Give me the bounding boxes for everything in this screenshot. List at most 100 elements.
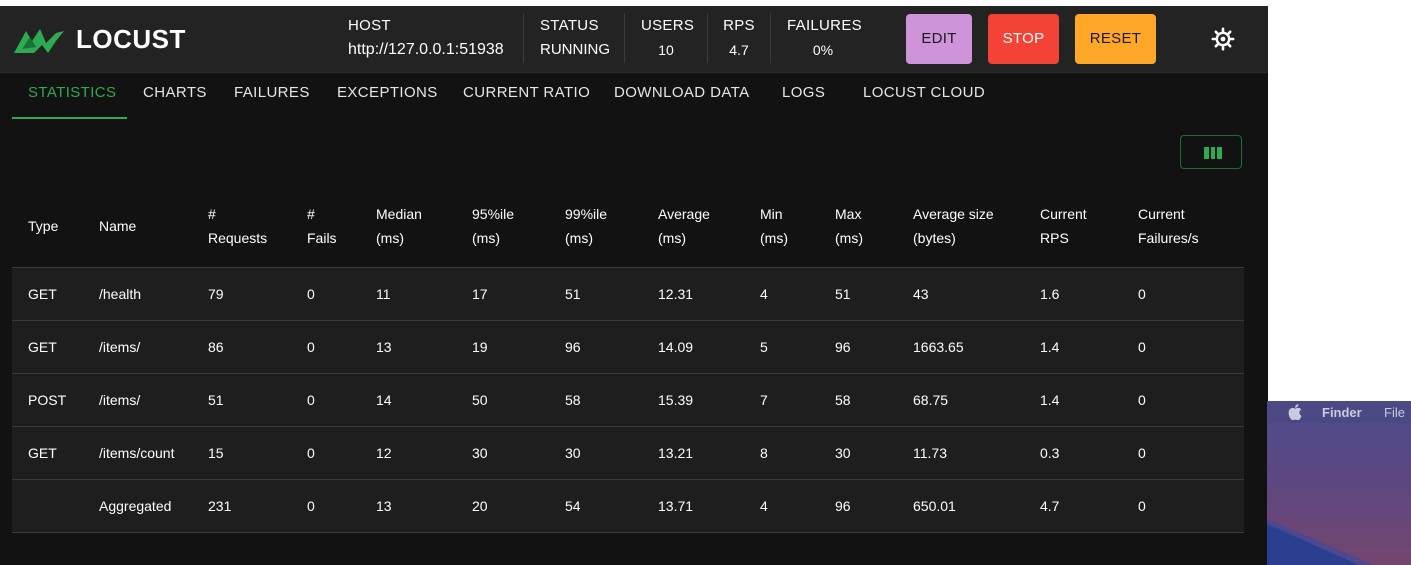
table-cell: 0 xyxy=(1138,445,1146,461)
column-header-text: # xyxy=(307,206,315,222)
table-cell: 50 xyxy=(472,392,488,408)
column-header[interactable]: Average size (bytes) xyxy=(913,202,994,250)
tab-current-ratio[interactable]: CURRENT RATIO xyxy=(463,84,590,101)
table-cell: 0 xyxy=(1138,286,1146,302)
users-stat: USERS 10 xyxy=(641,16,695,62)
table-cell: /health xyxy=(99,286,142,302)
column-header[interactable]: Current Failures/s xyxy=(1138,202,1199,250)
column-header[interactable]: Type xyxy=(28,214,58,238)
stop-button[interactable]: STOP xyxy=(988,14,1059,64)
table-cell: 4 xyxy=(760,498,768,514)
table-cell: 0 xyxy=(307,445,315,461)
table-cell: 650.01 xyxy=(913,498,956,514)
table-cell: 8 xyxy=(760,445,768,461)
table-cell: 51 xyxy=(565,286,581,302)
host-value: http://127.0.0.1:51938 xyxy=(348,41,504,58)
rps-value: 4.7 xyxy=(729,42,749,58)
column-header-text: (ms) xyxy=(835,230,863,246)
table-cell: 30 xyxy=(472,445,488,461)
column-header-text: (ms) xyxy=(565,230,593,246)
table-cell: 13.71 xyxy=(658,498,694,514)
locust-logo-icon xyxy=(14,28,64,53)
wallpaper-wave xyxy=(1267,519,1375,565)
column-header-text: # xyxy=(208,206,216,222)
divider xyxy=(707,13,708,63)
table-cell: 1.4 xyxy=(1040,392,1060,408)
tab-charts[interactable]: CHARTS xyxy=(143,84,207,101)
tab-failures[interactable]: FAILURES xyxy=(234,84,310,101)
table-cell: 1.6 xyxy=(1040,286,1060,302)
table-cell: 12.31 xyxy=(658,286,694,302)
column-header[interactable]: # Fails xyxy=(307,202,337,250)
file-menu[interactable]: File xyxy=(1384,405,1405,420)
locust-app: LOCUST HOST http://127.0.0.1:51938 STATU… xyxy=(0,6,1268,565)
column-header-text: (bytes) xyxy=(913,230,956,246)
column-header-text: (ms) xyxy=(658,230,686,246)
table-cell: 30 xyxy=(835,445,851,461)
tab-locust-cloud[interactable]: LOCUST CLOUD xyxy=(863,84,985,101)
column-header-text: 99%ile xyxy=(565,206,608,222)
divider xyxy=(624,13,625,63)
table-cell: 0 xyxy=(1138,339,1146,355)
column-header[interactable]: 99%ile (ms) xyxy=(565,202,607,250)
column-header-text: Median xyxy=(376,206,422,222)
table-cell: GET xyxy=(28,286,57,302)
table-cell: 11.73 xyxy=(913,445,947,461)
column-header-text: Current xyxy=(1040,206,1087,222)
status-label: STATUS xyxy=(540,17,599,34)
rps-stat: RPS 4.7 xyxy=(723,16,755,62)
column-header[interactable]: 95%ile (ms) xyxy=(472,202,514,250)
column-header-text: 95%ile xyxy=(472,206,515,222)
table-cell: 43 xyxy=(913,286,929,302)
finder-menu[interactable]: Finder xyxy=(1322,405,1362,420)
table-cell: 4.7 xyxy=(1040,498,1060,514)
table-cell: 0 xyxy=(307,286,315,302)
column-header-text: Fails xyxy=(307,230,337,246)
host-label: HOST xyxy=(348,17,391,34)
column-header[interactable]: Current RPS xyxy=(1040,202,1087,250)
table-cell: 54 xyxy=(565,498,581,514)
column-header[interactable]: Median (ms) xyxy=(376,202,422,250)
column-header-text: Max xyxy=(835,206,862,222)
table-cell: 96 xyxy=(565,339,581,355)
rps-label: RPS xyxy=(723,17,755,34)
column-header[interactable]: Average (ms) xyxy=(658,202,710,250)
theme-toggle-icon[interactable] xyxy=(1211,27,1235,51)
users-label: USERS xyxy=(641,17,695,34)
tab-logs[interactable]: LOGS xyxy=(782,84,825,101)
table-cell: 19 xyxy=(472,339,488,355)
column-header[interactable]: Name xyxy=(99,214,136,238)
table-cell: 13.21 xyxy=(658,445,694,461)
column-header-text: (ms) xyxy=(760,230,788,246)
apple-icon[interactable] xyxy=(1288,404,1302,423)
table-cell: 0 xyxy=(307,392,315,408)
column-header[interactable]: Max (ms) xyxy=(835,202,863,250)
table-cell: 7 xyxy=(760,392,768,408)
locust-logo[interactable]: LOCUST xyxy=(12,24,186,55)
tab-bar: STATISTICS CHARTS FAILURES EXCEPTIONS CU… xyxy=(0,72,1268,120)
tab-statistics[interactable]: STATISTICS xyxy=(28,84,116,101)
table-cell: 0 xyxy=(1138,498,1146,514)
table-cell: 15 xyxy=(208,445,224,461)
column-selector-button[interactable] xyxy=(1180,135,1242,169)
tab-exceptions[interactable]: EXCEPTIONS xyxy=(337,84,438,101)
column-header-text: RPS xyxy=(1040,230,1069,246)
column-header[interactable]: Min (ms) xyxy=(760,202,788,250)
column-header-text: Average size xyxy=(913,206,994,222)
table-cell: 15.39 xyxy=(658,392,694,408)
table-cell: 14.09 xyxy=(658,339,694,355)
edit-button[interactable]: EDIT xyxy=(906,14,972,64)
table-cell: GET xyxy=(28,445,57,461)
statistics-table: Type Name # Requests # Fails Median (ms) 95%ile (… xyxy=(12,186,1244,533)
table-cell: 13 xyxy=(376,498,392,514)
table-cell: 231 xyxy=(208,498,232,514)
table-cell: 0 xyxy=(307,339,315,355)
reset-button[interactable]: RESET xyxy=(1075,14,1156,64)
table-row: GET/items/86 0 13 19 96 14.09 5 96 1663.65 1.4 0 xyxy=(12,321,1244,374)
failures-stat: FAILURES 0% xyxy=(787,16,862,62)
view-column-icon xyxy=(1204,147,1223,159)
users-value: 10 xyxy=(658,42,674,58)
tab-download-data[interactable]: DOWNLOAD DATA xyxy=(614,84,749,101)
column-header[interactable]: # Requests xyxy=(208,202,267,250)
desktop-wallpaper: Finder File xyxy=(1267,401,1411,565)
